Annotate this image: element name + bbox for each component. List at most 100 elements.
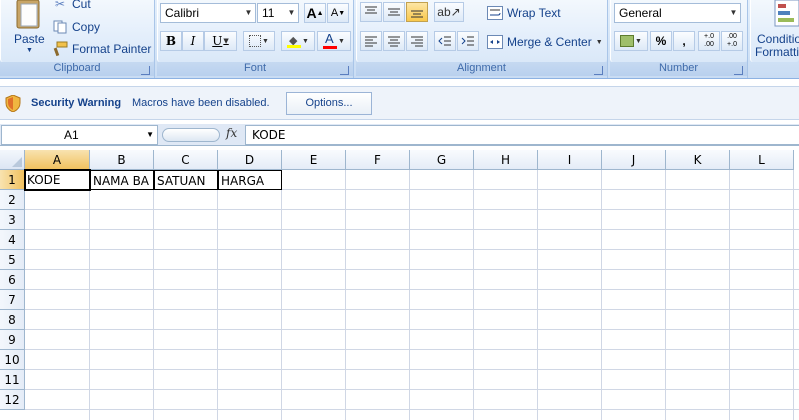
column-header-g[interactable]: G xyxy=(410,150,474,170)
font-size-select[interactable]: 11 ▼ xyxy=(257,3,299,23)
column-gridline xyxy=(665,170,666,420)
column-gridline xyxy=(729,170,730,420)
name-box-value: A1 xyxy=(64,128,79,142)
paste-button[interactable]: Paste ▼ xyxy=(8,0,48,60)
chevron-down-icon: ▼ xyxy=(26,47,33,54)
row-header-5[interactable]: 5 xyxy=(0,250,25,270)
number-group-label: Number xyxy=(610,62,747,76)
borders-button[interactable]: ▼ xyxy=(243,31,275,51)
shield-icon xyxy=(5,95,21,112)
column-header-b[interactable]: B xyxy=(90,150,154,170)
underline-button[interactable]: U ▼ xyxy=(204,31,237,51)
column-header-d[interactable]: D xyxy=(218,150,282,170)
row-header-4[interactable]: 4 xyxy=(0,230,25,250)
options-button[interactable]: Options... xyxy=(286,92,372,115)
borders-icon xyxy=(249,35,262,47)
security-warning-message: Macros have been disabled. xyxy=(132,97,270,109)
worksheet-grid: ABCDEFGHIJKL 1 2 3 4 5 6 7 8 9 10 11 12 KODE NAMA BA… xyxy=(0,150,799,420)
number-launcher-icon[interactable] xyxy=(734,66,743,75)
cell-d1[interactable]: HARGA xyxy=(218,170,282,190)
alignment-launcher-icon[interactable] xyxy=(594,66,603,75)
format-painter-icon xyxy=(52,41,68,57)
align-middle-button[interactable] xyxy=(383,2,405,22)
comma-style-button[interactable]: , xyxy=(673,31,695,51)
fill-color-button[interactable]: ◆ ▼ xyxy=(281,31,315,51)
accounting-format-button[interactable]: ▼ xyxy=(614,31,648,51)
decrease-indent-button[interactable] xyxy=(434,31,456,51)
decrease-decimal-button[interactable]: .00 +.0 xyxy=(721,31,743,51)
wrap-text-button[interactable]: Wrap Text xyxy=(487,3,561,23)
orientation-button[interactable]: ab↗ xyxy=(434,2,464,22)
row-header-2[interactable]: 2 xyxy=(0,190,25,210)
column-header-f[interactable]: F xyxy=(346,150,410,170)
align-left-icon xyxy=(365,36,377,47)
align-bottom-icon xyxy=(411,10,423,18)
column-header-i[interactable]: I xyxy=(538,150,602,170)
column-gridline xyxy=(217,170,218,420)
cell-c1[interactable]: SATUAN xyxy=(154,170,218,190)
row-gridline xyxy=(25,389,799,390)
wrap-text-label: Wrap Text xyxy=(507,6,561,20)
row-header-12[interactable]: 12 xyxy=(0,390,25,410)
shrink-font-button[interactable]: A ▼ xyxy=(327,3,349,23)
column-header-j[interactable]: J xyxy=(602,150,666,170)
copy-button[interactable]: Copy xyxy=(52,17,100,37)
row-gridline xyxy=(25,369,799,370)
merge-center-button[interactable]: Merge & Center ▼ xyxy=(487,32,603,52)
cut-button[interactable]: ✂ Cut xyxy=(52,0,91,14)
column-header-l[interactable]: L xyxy=(730,150,794,170)
row-gridline xyxy=(25,409,799,410)
name-box[interactable]: A1 ▼ xyxy=(1,125,158,145)
merge-center-label: Merge & Center xyxy=(507,35,592,49)
row-header-9[interactable]: 9 xyxy=(0,330,25,350)
number-format-select[interactable]: General ▼ xyxy=(614,3,741,23)
row-header-10[interactable]: 10 xyxy=(0,350,25,370)
formula-bar: A1 ▼ fx KODE xyxy=(0,124,799,146)
number-format-value: General xyxy=(619,6,662,20)
column-header-a[interactable]: A xyxy=(25,150,90,170)
row-header-11[interactable]: 11 xyxy=(0,370,25,390)
italic-button[interactable]: I xyxy=(182,31,204,51)
increase-indent-button[interactable] xyxy=(457,31,479,51)
align-top-button[interactable] xyxy=(360,2,382,22)
clipboard-launcher-icon[interactable] xyxy=(141,66,150,75)
align-center-button[interactable] xyxy=(383,31,405,51)
formula-expand-handle[interactable] xyxy=(162,128,220,142)
row-header-7[interactable]: 7 xyxy=(0,290,25,310)
row-header-1[interactable]: 1 xyxy=(0,170,25,190)
increase-decimal-button[interactable]: +.0 .00 xyxy=(698,31,720,51)
font-family-value: Calibri xyxy=(165,6,200,20)
chevron-down-icon: ▼ xyxy=(262,37,269,45)
row-gridline xyxy=(25,209,799,210)
font-color-button[interactable]: A ▼ xyxy=(317,31,351,51)
font-family-select[interactable]: Calibri ▼ xyxy=(160,3,256,23)
format-painter-label: Format Painter xyxy=(72,42,152,56)
font-launcher-icon[interactable] xyxy=(340,66,349,75)
row-header-3[interactable]: 3 xyxy=(0,210,25,230)
grow-font-button[interactable]: A ▲ xyxy=(304,3,326,23)
column-header-k[interactable]: K xyxy=(666,150,730,170)
format-painter-button[interactable]: Format Painter xyxy=(52,39,151,59)
column-header-c[interactable]: C xyxy=(154,150,218,170)
row-header-6[interactable]: 6 xyxy=(0,270,25,290)
row-header-8[interactable]: 8 xyxy=(0,310,25,330)
formula-input[interactable]: KODE xyxy=(245,125,799,145)
bold-button[interactable]: B xyxy=(160,31,182,51)
ribbon: Paste ▼ ✂ Cut Copy Format Painter Clipbo… xyxy=(0,0,799,79)
chevron-down-icon: ▼ xyxy=(595,38,603,46)
insert-function-icon[interactable]: fx xyxy=(226,126,237,140)
column-gridline xyxy=(473,170,474,420)
chevron-down-icon[interactable]: ▼ xyxy=(146,126,154,144)
align-left-button[interactable] xyxy=(360,31,382,51)
select-all-button[interactable] xyxy=(0,150,25,170)
column-header-e[interactable]: E xyxy=(282,150,346,170)
row-gridline xyxy=(25,249,799,250)
conditional-formatting-button[interactable]: Conditio Formatti xyxy=(750,0,799,60)
font-group: Calibri ▼ 11 ▼ A ▲ A ▼ B I U ▼ ▼ ◆ ▼ A ▼… xyxy=(157,0,354,78)
align-right-button[interactable] xyxy=(406,31,428,51)
align-bottom-button[interactable] xyxy=(406,2,428,22)
copy-icon xyxy=(52,19,68,35)
percent-style-button[interactable]: % xyxy=(650,31,672,51)
cell-b1[interactable]: NAMA BA xyxy=(90,170,154,190)
column-header-h[interactable]: H xyxy=(474,150,538,170)
